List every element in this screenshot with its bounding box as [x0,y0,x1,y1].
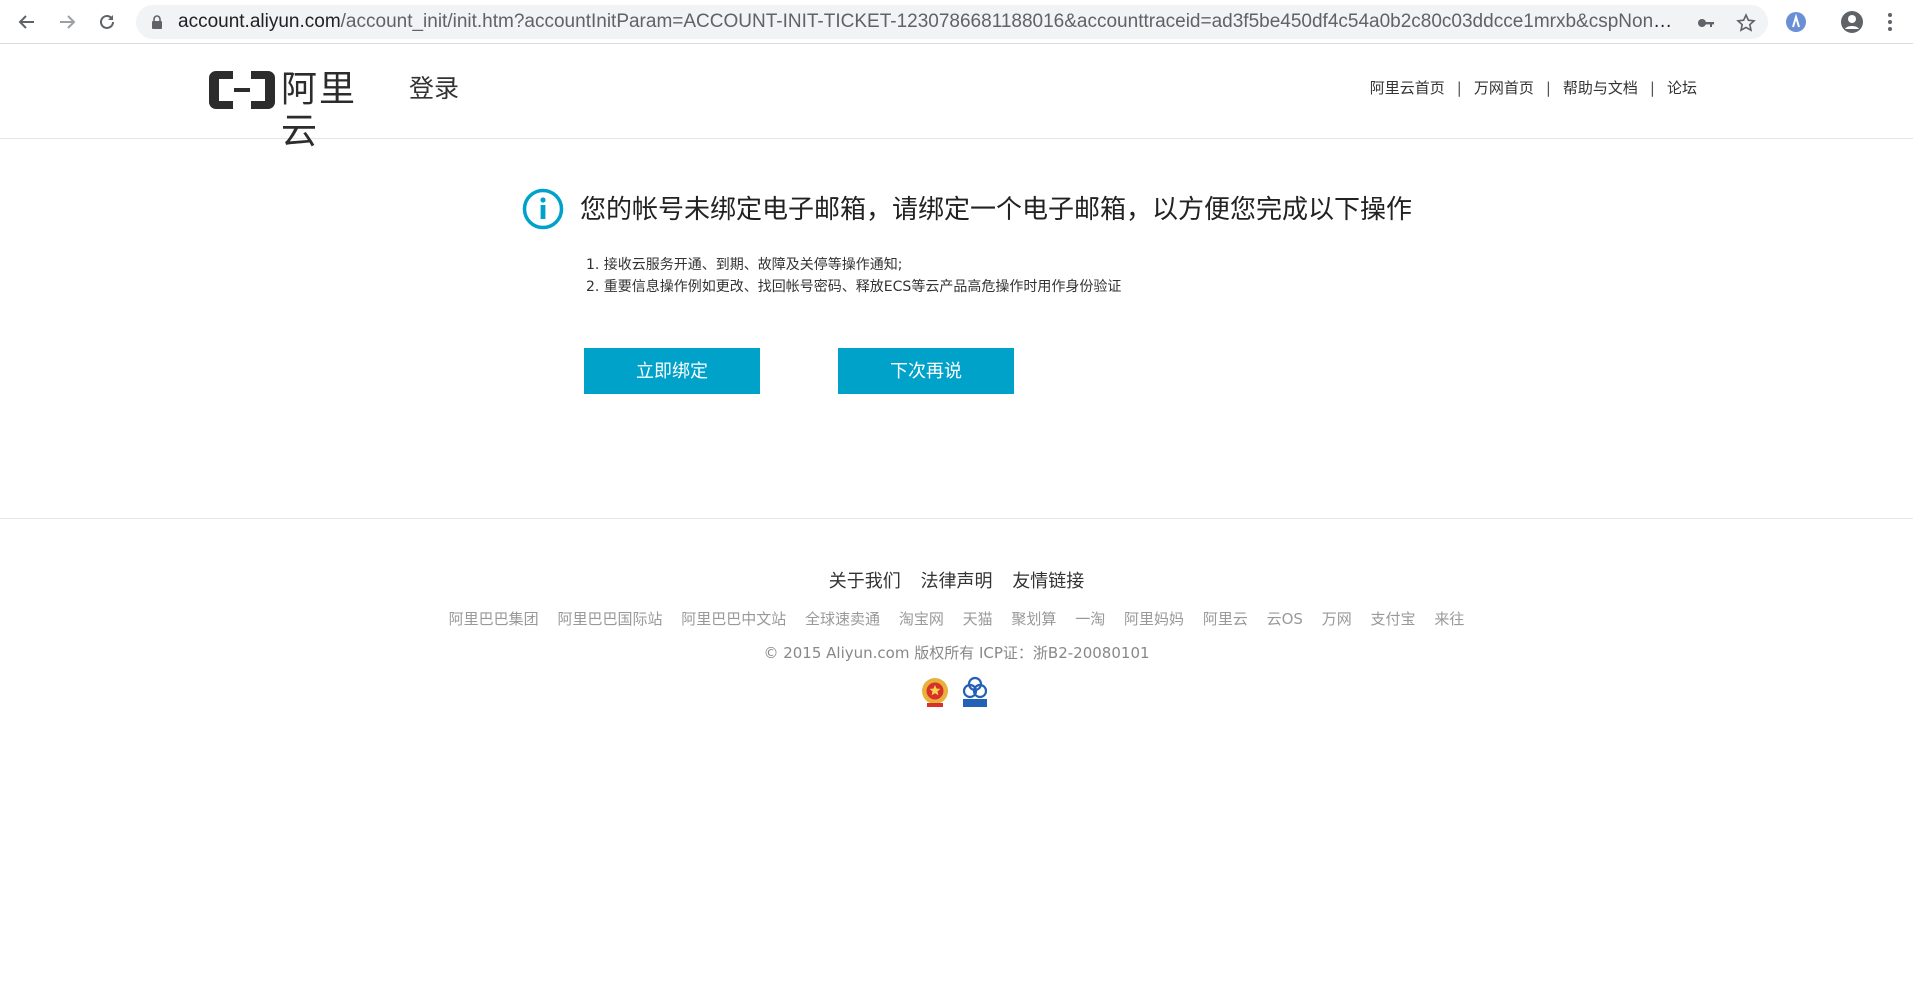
link-taobao[interactable]: 淘宝网 [899,610,944,628]
divider: | [1456,79,1462,97]
footer-main-links: 关于我们 法律声明 友情链接 [0,570,1913,594]
site-header: 阿里云 登录 阿里云首页 | 万网首页 | 帮助与文档 | 论坛 [0,44,1913,152]
link-alibaba-china[interactable]: 阿里巴巴中文站 [681,610,786,628]
bind-now-button[interactable]: 立即绑定 [584,348,760,394]
browser-toolbar: account.aliyun.com/account_init/init.htm… [0,0,1913,44]
top-nav-links: 阿里云首页 | 万网首页 | 帮助与文档 | 论坛 [1370,78,1697,98]
url-text[interactable]: account.aliyun.com/account_init/init.htm… [178,12,1678,32]
list-item: 2. 重要信息操作例如更改、找回帐号密码、释放ECS等云产品高危操作时用作身份验… [586,279,1122,295]
url-path: /account_init/init.htm?accountInitParam=… [340,12,1678,32]
forward-arrow-icon [60,15,76,29]
link-wanwang-home[interactable]: 万网首页 [1474,78,1534,98]
link-forum[interactable]: 论坛 [1667,78,1697,98]
link-aliexpress[interactable]: 全球速卖通 [805,610,880,628]
lock-icon [152,15,162,29]
copyright-text: © 2015 Aliyun.com 版权所有 ICP证：浙B2-20080101 [763,644,1150,662]
profile-avatar-icon[interactable] [1840,10,1864,34]
link-help-docs[interactable]: 帮助与文档 [1563,78,1638,98]
divider: | [1649,79,1655,97]
page-title: 登录 [409,74,460,103]
star-icon[interactable] [1736,13,1756,33]
link-wanwang[interactable]: 万网 [1322,610,1352,628]
link-about-us[interactable]: 关于我们 [829,571,901,592]
back-button[interactable] [13,8,41,36]
url-host: account.aliyun.com [178,12,341,32]
logo-text: 阿里云 [281,69,358,152]
key-icon[interactable] [1696,13,1716,33]
skip-button[interactable]: 下次再说 [838,348,1014,394]
link-laiwang[interactable]: 来往 [1434,610,1464,628]
link-friendly-links[interactable]: 友情链接 [1012,571,1084,592]
forward-button[interactable] [53,8,81,36]
notice-title: 您的帐号未绑定电子邮箱，请绑定一个电子邮箱，以方便您完成以下操作 [580,195,1413,225]
more-menu-icon[interactable] [1878,10,1902,34]
link-alibaba-group[interactable]: 阿里巴巴集团 [449,610,539,628]
address-bar[interactable]: account.aliyun.com/account_init/init.htm… [136,5,1768,39]
reload-button[interactable] [93,8,121,36]
link-aliyun[interactable]: 阿里云 [1203,610,1248,628]
link-alipay[interactable]: 支付宝 [1371,610,1416,628]
aliyun-logo-mark-icon [209,71,275,109]
link-aliyun-home[interactable]: 阿里云首页 [1370,78,1445,98]
back-arrow-icon [18,15,34,29]
list-item: 1. 接收云服务开通、到期、故障及关停等操作通知; [586,257,903,273]
police-emblem-icon[interactable] [920,676,950,708]
link-yunos[interactable]: 云OS [1267,610,1303,628]
info-icon [522,188,564,230]
reload-icon [100,14,114,29]
link-alimama[interactable]: 阿里妈妈 [1124,610,1184,628]
footer-divider [0,518,1913,519]
aliyun-logo[interactable]: 阿里云 [209,69,385,152]
certification-badges [918,676,990,710]
footer-partner-links: 阿里巴巴集团 阿里巴巴国际站 阿里巴巴中文站 全球速卖通 淘宝网 天猫 聚划算 … [0,609,1913,629]
notice-list: 1. 接收云服务开通、到期、故障及关停等操作通知; 2. 重要信息操作例如更改、… [586,254,1121,298]
link-legal[interactable]: 法律声明 [921,571,993,592]
djcp-badge-icon[interactable] [960,676,990,708]
link-juhuasuan[interactable]: 聚划算 [1011,610,1056,628]
link-etao[interactable]: 一淘 [1075,610,1105,628]
link-tmall[interactable]: 天猫 [963,610,993,628]
link-alibaba-international[interactable]: 阿里巴巴国际站 [557,610,662,628]
divider: | [1545,79,1551,97]
extension-icon[interactable] [1784,10,1808,34]
